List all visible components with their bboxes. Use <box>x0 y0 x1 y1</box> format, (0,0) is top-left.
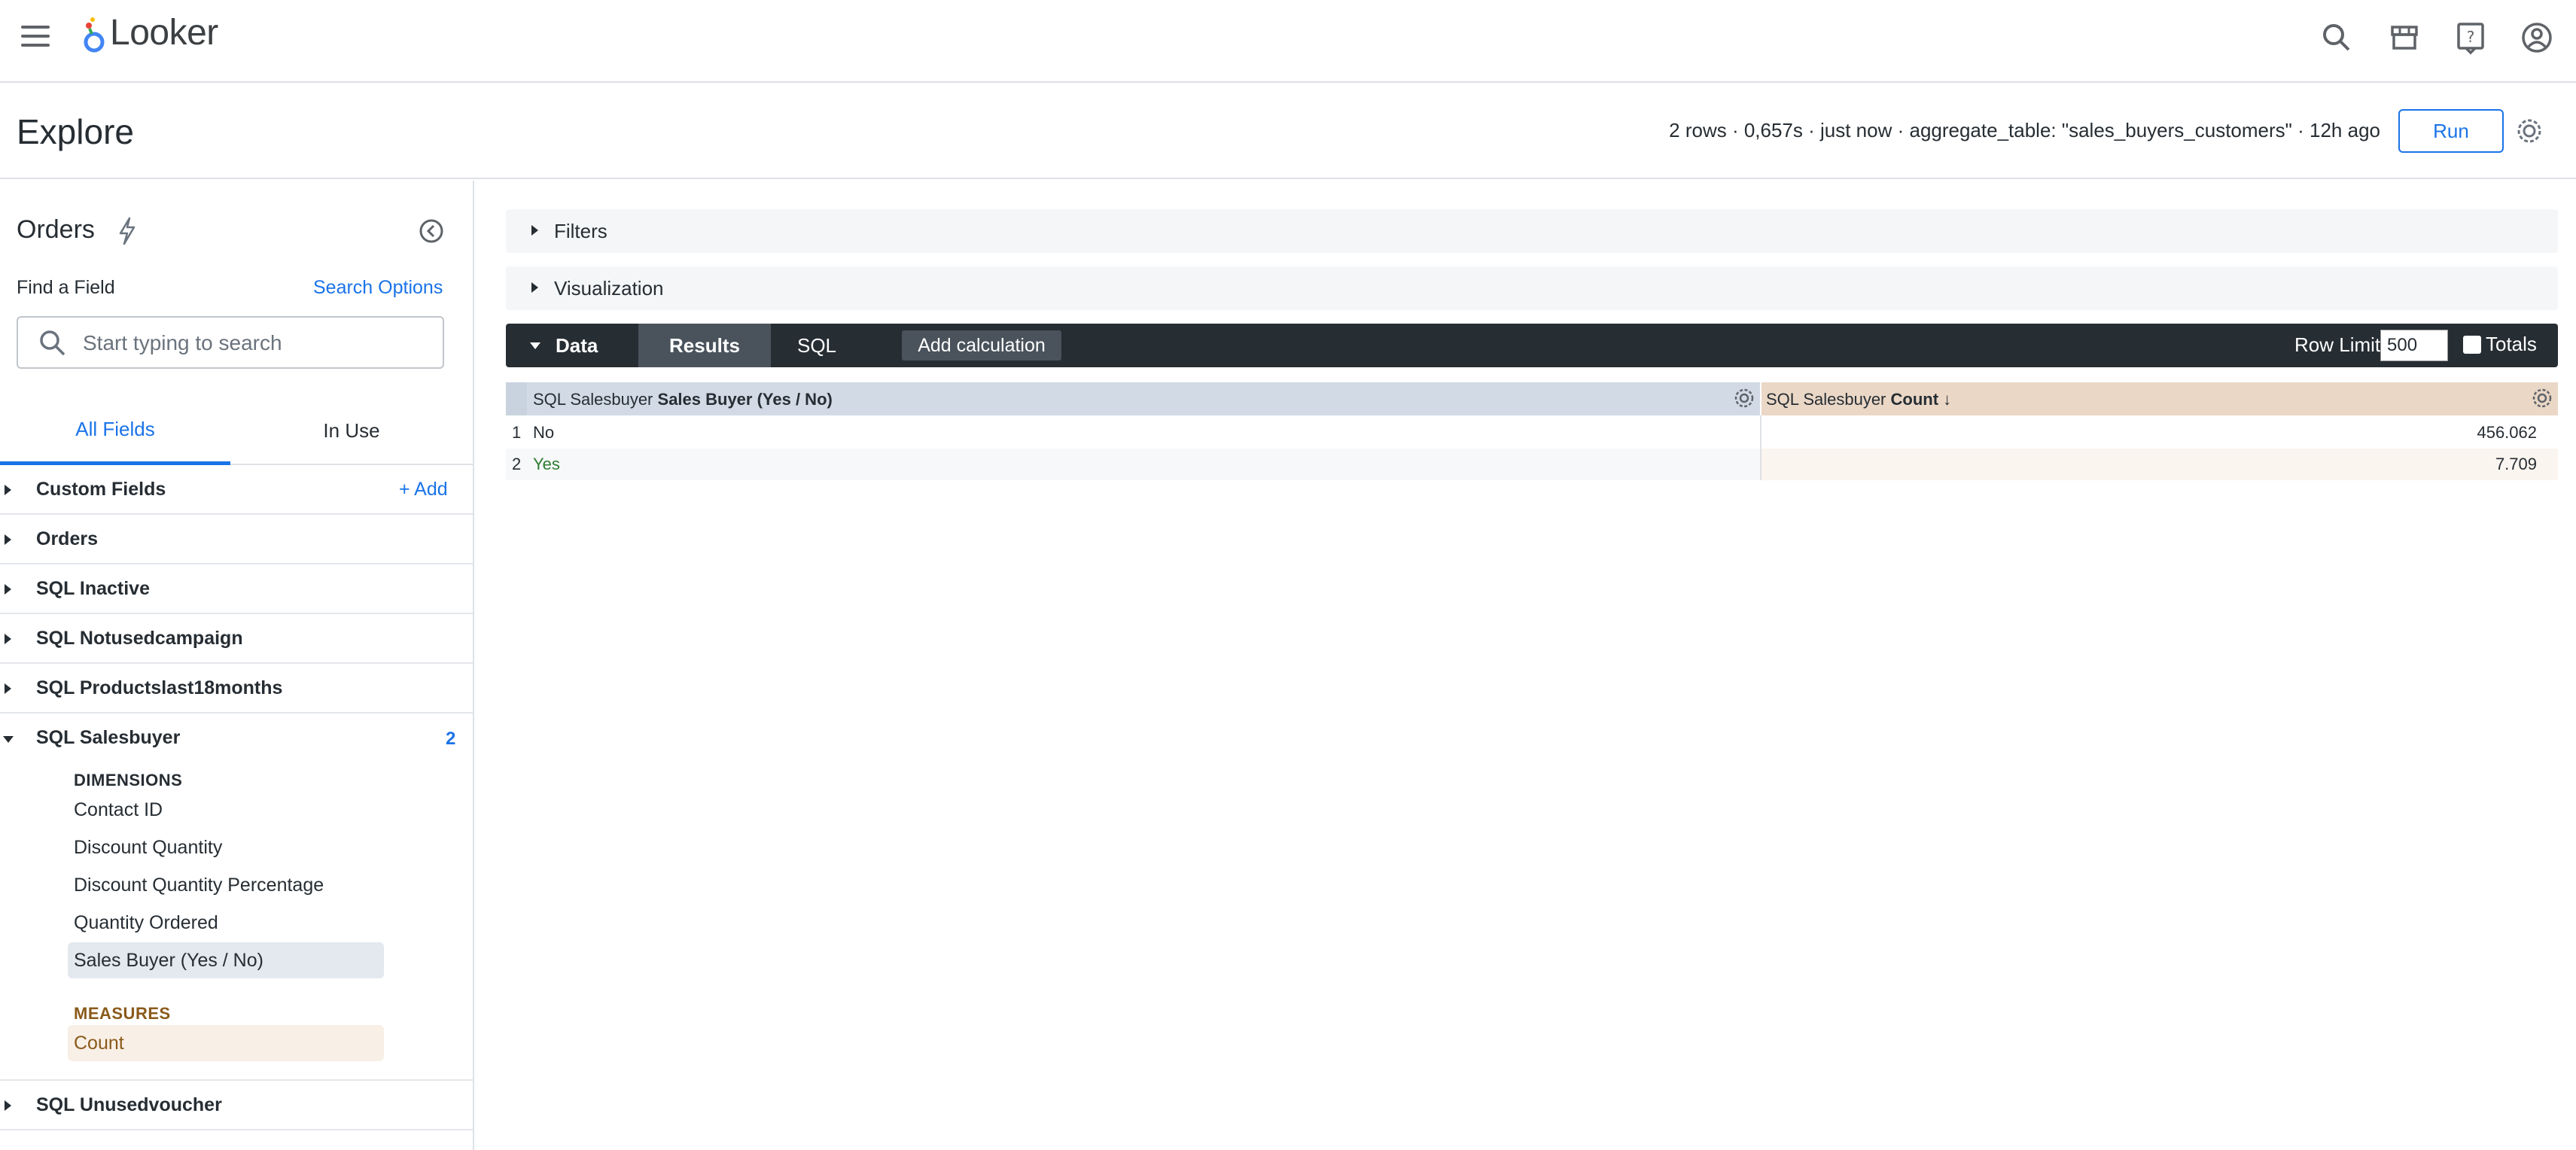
group-label: Custom Fields <box>36 479 166 500</box>
measures-label: MEASURES <box>74 1004 171 1023</box>
page-title: Explore <box>17 112 134 151</box>
visualization-section[interactable]: Visualization <box>506 266 2558 310</box>
column-header-sales-buyer-text: SQL Salesbuyer Sales Buyer (Yes / No) <box>533 390 833 409</box>
marketplace-icon[interactable] <box>2386 20 2422 56</box>
collapse-sidebar-icon[interactable] <box>419 218 444 244</box>
tab-in-use-label: In Use <box>323 418 380 442</box>
group-label: Orders <box>36 528 98 549</box>
search-icon[interactable] <box>2319 20 2355 56</box>
in-use-count-badge: 2 <box>446 729 456 749</box>
expand-caret-icon <box>5 534 11 545</box>
measure-cell[interactable]: 456.062 <box>2477 423 2537 443</box>
column-settings-gear-icon[interactable] <box>1733 387 1755 409</box>
column-field-name: Count ↓ <box>1890 390 1952 409</box>
field-count[interactable]: Count <box>68 1025 384 1061</box>
tab-all-fields[interactable]: All Fields <box>0 397 230 465</box>
explore-name: Orders <box>17 215 95 244</box>
column-divider <box>1760 415 1761 480</box>
group-sql-productslast18months[interactable]: SQL Productslast18months <box>0 664 473 713</box>
field-discount-quantity[interactable]: Discount Quantity <box>68 829 384 866</box>
group-sql-notusedcampaign[interactable]: SQL Notusedcampaign <box>0 614 473 664</box>
filters-label: Filters <box>554 220 607 242</box>
collapse-caret-icon <box>530 342 540 349</box>
expand-caret-icon <box>5 634 11 644</box>
row-limit-input[interactable] <box>2380 330 2448 361</box>
row-limit-label: Row Limit <box>2294 333 2381 356</box>
expand-caret-icon <box>531 225 538 236</box>
data-toggle[interactable]: Data <box>506 324 638 367</box>
row-index: 2 <box>512 455 522 473</box>
column-settings-gear-icon[interactable] <box>2531 387 2553 409</box>
app-logo-text: Looker <box>110 13 218 53</box>
column-view-name: SQL Salesbuyer <box>533 390 653 409</box>
group-label: SQL Unusedvoucher <box>36 1094 222 1115</box>
svg-text:?: ? <box>2467 28 2475 46</box>
top-bar <box>0 0 2576 83</box>
row-index: 1 <box>512 423 522 442</box>
visualization-label: Visualization <box>554 277 664 300</box>
account-icon[interactable] <box>2519 20 2555 56</box>
collapse-caret-icon <box>3 736 14 743</box>
filters-section[interactable]: Filters <box>506 209 2558 253</box>
data-label: Data <box>556 333 598 357</box>
tab-sql[interactable]: SQL <box>775 324 858 367</box>
expand-caret-icon <box>5 1100 11 1111</box>
settings-gear-icon[interactable] <box>2514 116 2544 146</box>
group-sql-unusedvoucher[interactable]: SQL Unusedvoucher <box>0 1081 473 1130</box>
run-button[interactable]: Run <box>2398 109 2504 153</box>
add-custom-field-link[interactable]: + Add <box>399 479 448 500</box>
tab-in-use[interactable]: In Use <box>230 397 473 465</box>
tab-results[interactable]: Results <box>638 324 771 367</box>
field-contact-id[interactable]: Contact ID <box>68 792 384 828</box>
search-icon <box>40 330 65 356</box>
lightning-bolt-icon[interactable] <box>117 217 137 245</box>
dimensions-label: DIMENSIONS <box>74 771 183 789</box>
query-status: 2 rows · 0,657s · just now · aggregate_t… <box>1669 119 2380 141</box>
table-index-header <box>506 382 527 415</box>
group-label: SQL Inactive <box>36 578 150 599</box>
expand-caret-icon <box>531 282 538 293</box>
add-calculation-button[interactable]: Add calculation <box>902 330 1061 361</box>
column-header-count-text: SQL Salesbuyer Count ↓ <box>1766 390 1951 409</box>
column-field-name: Sales Buyer (Yes / No) <box>657 390 833 409</box>
search-options-link[interactable]: Search Options <box>313 277 443 299</box>
menu-icon[interactable] <box>21 24 51 48</box>
dimension-cell[interactable]: Yes <box>533 455 560 474</box>
help-icon[interactable]: ? <box>2453 20 2489 56</box>
looker-logo-icon <box>84 17 105 53</box>
group-sql-salesbuyer[interactable]: SQL Salesbuyer <box>0 713 473 763</box>
measure-cell-bg <box>1761 449 2558 480</box>
find-field-label: Find a Field <box>17 277 115 298</box>
expand-caret-icon <box>5 584 11 595</box>
group-sql-inactive[interactable]: SQL Inactive <box>0 564 473 614</box>
expand-caret-icon <box>5 485 11 495</box>
dimension-cell[interactable]: No <box>533 423 554 443</box>
measure-cell-bg <box>1761 416 2558 448</box>
field-discount-quantity-percentage[interactable]: Discount Quantity Percentage <box>68 867 384 903</box>
group-label: SQL Salesbuyer <box>36 727 181 748</box>
group-orders[interactable]: Orders <box>0 515 473 564</box>
totals-checkbox[interactable] <box>2463 336 2481 354</box>
field-sales-buyer[interactable]: Sales Buyer (Yes / No) <box>68 942 384 978</box>
group-label: SQL Productslast18months <box>36 677 283 698</box>
group-label: SQL Notusedcampaign <box>36 628 243 649</box>
field-quantity-ordered[interactable]: Quantity Ordered <box>68 905 384 941</box>
totals-label: Totals <box>2486 333 2537 355</box>
expand-caret-icon <box>5 683 11 694</box>
column-view-name: SQL Salesbuyer <box>1766 390 1886 409</box>
measure-cell[interactable]: 7.709 <box>2495 455 2537 474</box>
search-placeholder: Start typing to search <box>83 331 282 354</box>
